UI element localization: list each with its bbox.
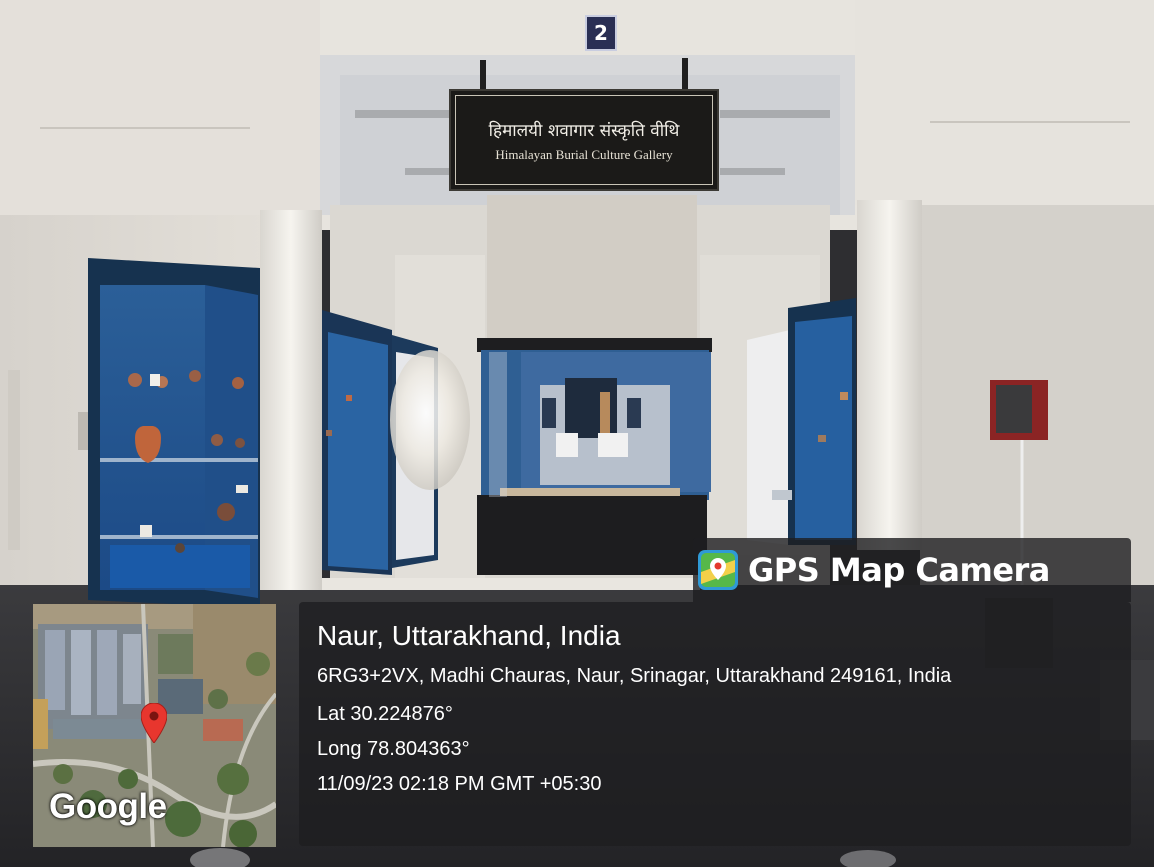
gps-map-camera-icon xyxy=(698,550,738,590)
gps-map-camera-label: GPS Map Camera xyxy=(748,551,1050,589)
google-attribution: Google xyxy=(49,787,167,826)
location-pin-icon xyxy=(141,703,167,743)
map-thumbnail: Google xyxy=(33,604,276,847)
sign-english-text: Himalayan Burial Culture Gallery xyxy=(495,146,673,162)
sign-hindi-text: हिमालयी शवागार संस्कृति वीथि xyxy=(488,120,680,141)
address-text: 6RG3+2VX, Madhi Chauras, Naur, Srinagar,… xyxy=(317,665,952,687)
gallery-name-sign: हिमालयी शवागार संस्कृति वीथि Himalayan B… xyxy=(449,89,719,191)
longitude-text: Long 78.804363° xyxy=(317,738,470,760)
datetime-text: 11/09/23 02:18 PM GMT +05:30 xyxy=(317,773,602,795)
place-title: Naur, Uttarakhand, India xyxy=(317,620,621,651)
gallery-number-sign: 2 xyxy=(585,15,617,51)
latitude-text: Lat 30.224876° xyxy=(317,703,453,725)
photo-viewport: 2 हिमालयी शवागार संस्कृति वीथि Himalayan… xyxy=(0,0,1154,867)
gps-map-camera-badge: GPS Map Camera xyxy=(693,538,1131,602)
location-info-panel: Naur, Uttarakhand, India 6RG3+2VX, Madhi… xyxy=(299,602,1131,846)
